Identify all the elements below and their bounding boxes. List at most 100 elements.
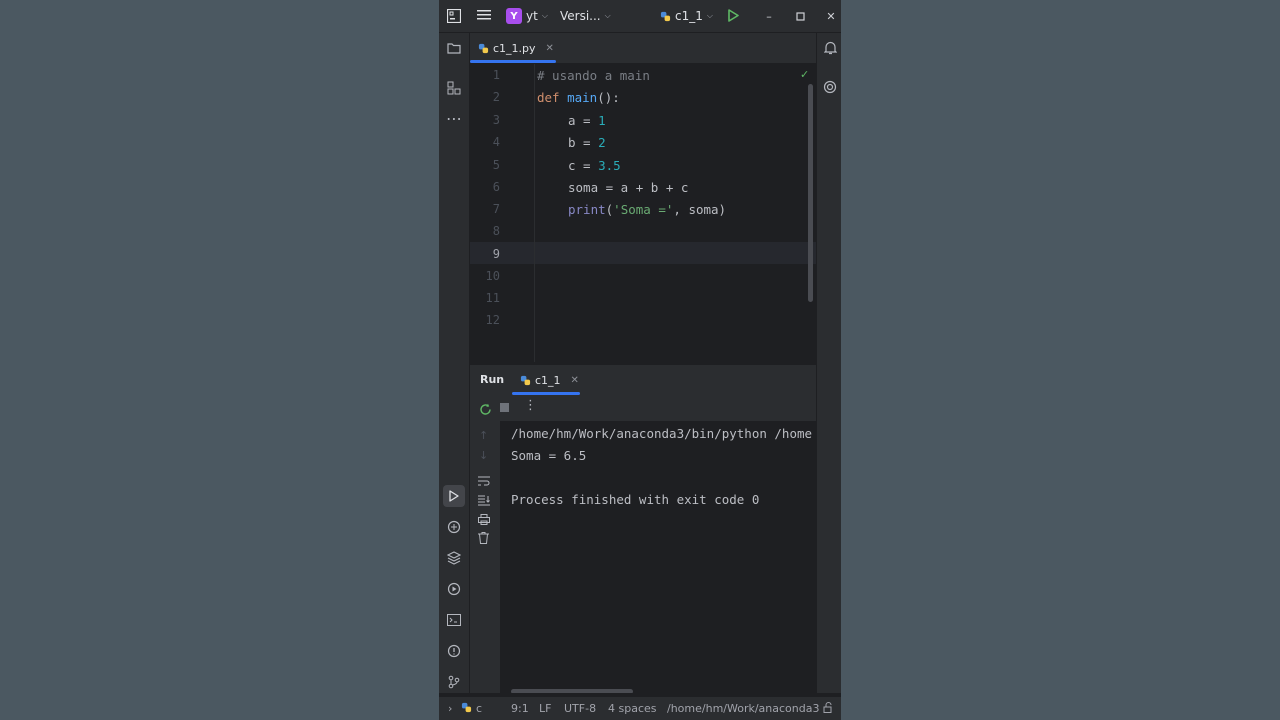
line-number-current: 9	[492, 247, 500, 261]
run-panel-title: Run	[480, 373, 505, 386]
line-number: 5	[492, 158, 500, 172]
gutter-separator	[534, 64, 535, 362]
chevron-down-icon: ⌵	[604, 11, 611, 20]
console-line: Soma = 6.5	[511, 448, 587, 463]
scroll-down-icon[interactable]: ↓	[479, 449, 488, 462]
number-literal: 1	[598, 113, 606, 128]
more-tools-icon[interactable]: ⋯	[445, 109, 463, 128]
file-encoding[interactable]: UTF-8	[564, 702, 596, 715]
more-options-icon[interactable]: ⋮	[524, 398, 537, 413]
run-button[interactable]	[727, 9, 739, 22]
console-line: Process finished with exit code 0	[511, 492, 760, 507]
run-tool-icon[interactable]	[443, 485, 465, 507]
scroll-up-icon[interactable]: ↑	[479, 429, 488, 442]
line-number: 7	[492, 202, 500, 216]
project-badge: Y	[506, 8, 522, 24]
line-number: 12	[485, 313, 500, 327]
python-icon	[660, 11, 671, 21]
close-window-button[interactable]: ✕	[822, 8, 840, 24]
number-literal: 2	[598, 135, 606, 150]
breadcrumb-label: c	[476, 702, 483, 715]
editor-tab-bar: c1_1.py ✕	[470, 33, 816, 64]
chevron-down-icon: ⌵	[541, 11, 548, 20]
editor-vertical-scrollbar[interactable]	[808, 84, 813, 302]
line-number: 1	[492, 68, 500, 82]
close-run-tab-icon[interactable]: ✕	[571, 375, 579, 386]
project-folder-icon[interactable]	[445, 39, 463, 57]
ai-assistant-icon[interactable]	[821, 78, 839, 96]
project-name: yt	[526, 9, 538, 23]
app-logo-icon[interactable]	[447, 9, 461, 23]
code-text: , soma)	[673, 202, 727, 217]
caret-position[interactable]: 9:1	[511, 702, 529, 715]
python-packages-icon[interactable]	[445, 549, 463, 567]
maximize-button[interactable]	[791, 8, 809, 24]
run-panel-header: Run c1_1 ✕	[470, 364, 816, 395]
python-console-icon[interactable]	[445, 518, 463, 536]
line-number: 3	[492, 113, 500, 127]
line-separator[interactable]: LF	[539, 702, 551, 715]
soft-wrap-icon[interactable]	[478, 471, 490, 490]
problems-icon[interactable]	[445, 642, 463, 660]
indent-setting[interactable]: 4 spaces	[608, 702, 657, 715]
code-line-5: c = 3.5	[568, 158, 621, 173]
number-literal: 3.5	[598, 158, 621, 173]
notifications-bell-icon[interactable]	[821, 39, 839, 57]
status-bar: › c 9:1 LF UTF-8 4 spaces /home/hm/Work/…	[439, 696, 841, 720]
python-interpreter[interactable]: /home/hm/Work/anaconda3	[667, 702, 819, 715]
comment: # usando a main	[537, 68, 650, 83]
breadcrumb-chevron-icon[interactable]: ›	[448, 702, 452, 715]
inspection-ok-check-icon[interactable]: ✓	[800, 68, 809, 81]
services-icon[interactable]	[445, 580, 463, 598]
minimize-button[interactable]: –	[760, 8, 778, 24]
run-tab-label: c1_1	[535, 373, 561, 387]
lock-icon[interactable]	[823, 702, 834, 716]
code-line-7: print('Soma =', soma)	[568, 202, 726, 217]
line-number: 2	[492, 90, 500, 104]
breadcrumb[interactable]: c	[461, 702, 482, 715]
code-line-4: b = 2	[568, 135, 606, 150]
python-icon	[520, 375, 531, 385]
print-icon[interactable]	[478, 510, 490, 529]
run-config-label: c1_1	[675, 9, 703, 23]
code-text: ():	[597, 90, 620, 105]
python-file-icon	[478, 43, 489, 53]
line-number: 10	[485, 269, 500, 283]
title-bar: Y yt ⌵ Versi... ⌵ c1_1 ⌵ – ✕	[439, 0, 841, 33]
run-tab-c1_1[interactable]: c1_1 ✕	[520, 365, 579, 395]
vcs-selector[interactable]: Versi... ⌵	[560, 9, 611, 23]
main-menu-icon[interactable]	[477, 9, 491, 21]
tab-label: c1_1.py	[493, 41, 536, 55]
structure-icon[interactable]	[445, 79, 463, 97]
keyword-def: def	[537, 90, 560, 105]
scroll-to-end-icon[interactable]	[478, 491, 490, 510]
code-line-2: def main():	[537, 90, 620, 105]
close-tab-icon[interactable]: ✕	[546, 43, 554, 54]
stop-icon[interactable]	[500, 403, 509, 412]
left-tool-strip: ⋯	[439, 33, 470, 693]
code-line-6: soma = a + b + c	[568, 180, 688, 195]
code-editor[interactable]: 1 2 3 4 5 6 7 8 9 10 11 12 # usando a ma…	[470, 64, 816, 362]
run-config-selector[interactable]: c1_1 ⌵	[660, 9, 713, 23]
line-number: 4	[492, 135, 500, 149]
terminal-icon[interactable]	[445, 611, 463, 629]
line-number: 11	[485, 291, 500, 305]
run-console-output[interactable]: /home/hm/Work/anaconda3/bin/python /home…	[500, 421, 816, 693]
chevron-down-icon: ⌵	[706, 11, 713, 20]
project-selector[interactable]: Y yt ⌵	[506, 8, 548, 24]
function-name: main	[567, 90, 598, 105]
code-text: c =	[568, 158, 599, 173]
python-icon	[461, 702, 472, 713]
console-line: /home/hm/Work/anaconda3/bin/python /home	[511, 426, 813, 441]
vcs-label: Versi...	[560, 9, 601, 23]
trash-icon[interactable]	[478, 529, 489, 548]
editor-tab-c1_1[interactable]: c1_1.py ✕	[478, 33, 554, 63]
console-horizontal-scrollbar[interactable]	[511, 689, 633, 693]
git-icon[interactable]	[445, 673, 463, 691]
rerun-icon[interactable]	[479, 401, 492, 420]
play-icon	[728, 9, 739, 22]
ide-window: Y yt ⌵ Versi... ⌵ c1_1 ⌵ – ✕ ⋯ c1_1.py ✕…	[439, 0, 841, 720]
code-line-1: # usando a main	[537, 68, 650, 83]
code-text: b =	[568, 135, 599, 150]
code-line-3: a = 1	[568, 113, 606, 128]
